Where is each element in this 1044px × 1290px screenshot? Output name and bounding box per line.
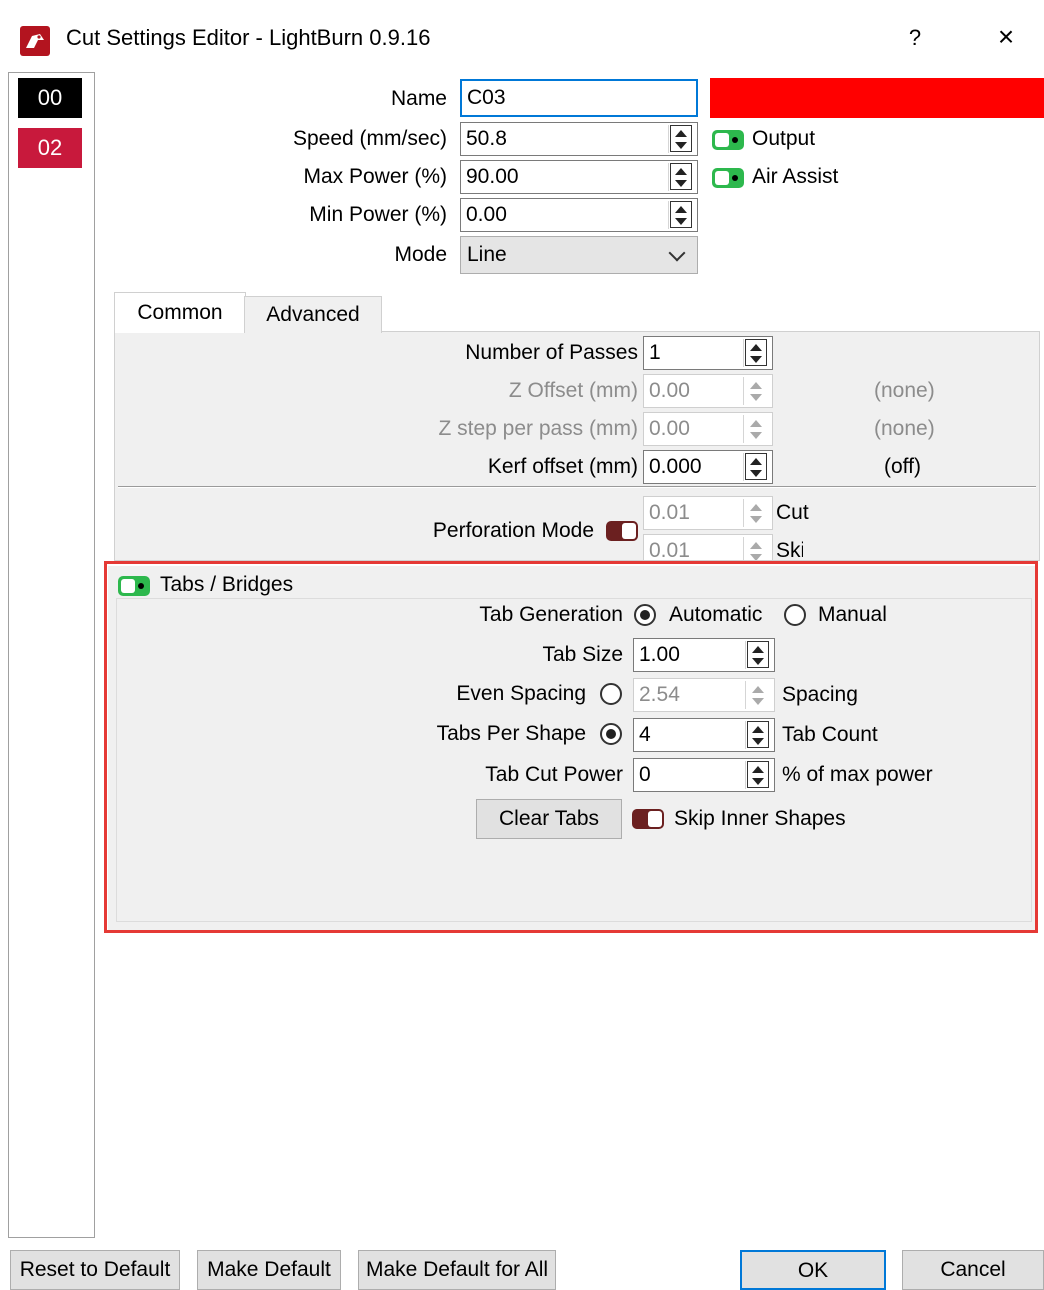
help-button[interactable]: ? (902, 20, 928, 56)
passes-value: 1 (649, 341, 661, 364)
perforation-toggle[interactable] (606, 521, 638, 541)
ok-button[interactable]: OK (740, 1250, 886, 1290)
make-default-for-all-button[interactable]: Make Default for All (358, 1250, 556, 1290)
perforation-skip-label: Skip (776, 539, 803, 560)
z-step-label: Z step per pass (mm) (438, 417, 638, 440)
max-power-value: 90.00 (466, 165, 519, 188)
lightburn-app-icon (20, 26, 50, 56)
mode-value: Line (467, 243, 507, 266)
make-default-button[interactable]: Make Default (197, 1250, 341, 1290)
max-power-label: Max Power (%) (303, 165, 447, 188)
output-label: Output (752, 127, 816, 150)
kerf-note: (off) (884, 455, 921, 478)
layer-list-border (94, 72, 95, 1237)
window-title: Cut Settings Editor - LightBurn 0.9.16 (66, 25, 431, 50)
cancel-button[interactable]: Cancel (902, 1250, 1044, 1290)
speed-label: Speed (mm/sec) (292, 127, 447, 150)
perforation-skip-row: 0.01 Skip (643, 534, 803, 560)
mode-label: Mode (394, 243, 447, 266)
perforation-cut-spin-arrows (743, 499, 770, 527)
z-step-note: (none) (874, 417, 935, 440)
z-step-spinbox: 0.00 (643, 412, 773, 446)
perforation-skip-spin-arrows (743, 537, 770, 560)
divider-highlight (118, 487, 1036, 488)
tab-common[interactable]: Common (114, 292, 246, 333)
z-offset-spin-arrows (743, 377, 770, 405)
kerf-value: 0.000 (649, 455, 702, 478)
perforation-skip-value: 0.01 (649, 539, 690, 560)
speed-spin-arrows[interactable] (668, 125, 695, 153)
min-power-spinbox[interactable]: 0.00 (460, 198, 698, 232)
z-step-spin-arrows (743, 415, 770, 443)
min-power-value: 0.00 (466, 203, 507, 226)
output-toggle[interactable] (712, 130, 744, 150)
layer-item-00[interactable]: 00 (18, 78, 82, 118)
tab-advanced[interactable]: Advanced (244, 296, 382, 333)
max-power-spin-arrows[interactable] (668, 163, 695, 191)
perforation-label: Perforation Mode (432, 519, 594, 542)
z-offset-spinbox: 0.00 (643, 374, 773, 408)
perforation-cut-label: Cut (776, 501, 809, 524)
highlight-box (104, 561, 1038, 933)
chevron-down-icon (668, 244, 686, 262)
min-power-spin-arrows[interactable] (668, 201, 695, 229)
perforation-cut-spinbox: 0.01 (643, 496, 773, 530)
name-input[interactable]: C03 (460, 79, 698, 117)
layer-color-swatch[interactable] (710, 78, 1044, 118)
air-assist-label: Air Assist (752, 165, 839, 188)
speed-spinbox[interactable]: 50.8 (460, 122, 698, 156)
kerf-spin-arrows[interactable] (743, 453, 770, 481)
passes-label: Number of Passes (465, 341, 638, 364)
mode-select[interactable]: Line (460, 236, 698, 274)
passes-spinbox[interactable]: 1 (643, 336, 773, 370)
layer-list[interactable] (8, 72, 95, 1238)
name-label: Name (390, 87, 447, 110)
kerf-label: Kerf offset (mm) (487, 455, 638, 478)
z-offset-value: 0.00 (649, 379, 690, 402)
passes-spin-arrows[interactable] (743, 339, 770, 367)
perforation-skip-spinbox: 0.01 (643, 534, 773, 560)
perforation-cut-value: 0.01 (649, 501, 690, 524)
close-icon[interactable]: × (990, 18, 1022, 56)
name-value: C03 (467, 86, 506, 109)
speed-value: 50.8 (466, 127, 507, 150)
kerf-spinbox[interactable]: 0.000 (643, 450, 773, 484)
max-power-spinbox[interactable]: 90.00 (460, 160, 698, 194)
min-power-label: Min Power (%) (309, 203, 447, 226)
reset-to-default-button[interactable]: Reset to Default (10, 1250, 180, 1290)
z-offset-label: Z Offset (mm) (508, 379, 638, 402)
layer-item-02[interactable]: 02 (18, 128, 82, 168)
z-step-value: 0.00 (649, 417, 690, 440)
z-offset-note: (none) (874, 379, 935, 402)
air-assist-toggle[interactable] (712, 168, 744, 188)
